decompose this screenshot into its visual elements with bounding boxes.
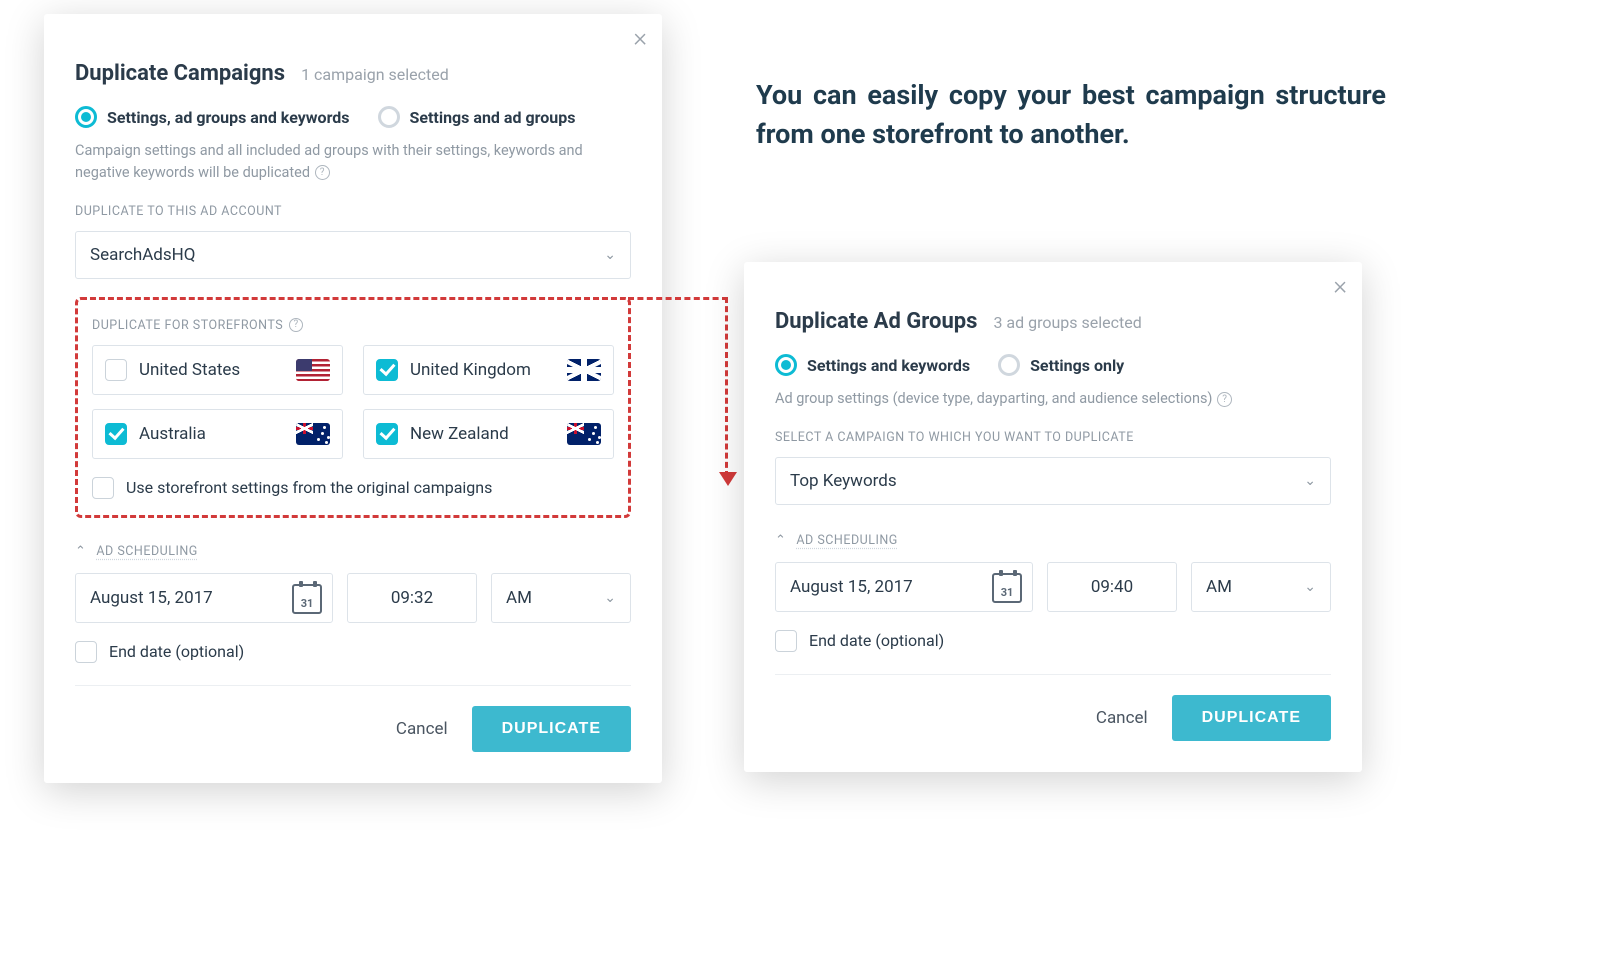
- storefront-option-uk[interactable]: United Kingdom: [363, 345, 614, 395]
- storefront-label: United States: [139, 360, 240, 380]
- close-icon[interactable]: ×: [633, 25, 647, 51]
- help-icon[interactable]: ?: [1217, 392, 1232, 407]
- flag-au-icon: [296, 423, 330, 445]
- duplicate-campaigns-dialog: × Duplicate Campaigns 1 campaign selecte…: [44, 14, 662, 783]
- account-select[interactable]: SearchAdsHQ ⌄: [75, 231, 631, 279]
- radio-settings-groups[interactable]: Settings and ad groups: [378, 106, 576, 128]
- chevron-down-icon: ⌄: [604, 574, 616, 622]
- ampm-value: AM: [1206, 577, 1232, 597]
- ampm-select[interactable]: AM ⌄: [491, 573, 631, 623]
- campaign-select[interactable]: Top Keywords ⌄: [775, 457, 1331, 505]
- checkbox-on-icon: [376, 423, 398, 445]
- chevron-down-icon: ⌄: [604, 232, 616, 278]
- radio-label: Settings, ad groups and keywords: [107, 108, 350, 127]
- dialog-subtitle: 3 ad groups selected: [993, 313, 1141, 332]
- chevron-up-icon: ⌃: [75, 544, 86, 559]
- radio-settings-groups-keywords[interactable]: Settings, ad groups and keywords: [75, 106, 350, 128]
- date-value: August 15, 2017: [90, 588, 213, 608]
- duplicate-button[interactable]: DUPLICATE: [472, 706, 631, 752]
- duplicate-button[interactable]: DUPLICATE: [1172, 695, 1331, 741]
- ampm-value: AM: [506, 588, 532, 608]
- ad-scheduling-toggle[interactable]: ⌃ AD SCHEDULING: [75, 544, 631, 559]
- checkbox-label: End date (optional): [809, 631, 944, 650]
- use-original-storefront-checkbox[interactable]: Use storefront settings from the origina…: [92, 477, 614, 499]
- chevron-down-icon: ⌄: [1304, 458, 1316, 504]
- checkbox-off-icon: [775, 630, 797, 652]
- account-section-label: DUPLICATE TO THIS AD ACCOUNT: [75, 204, 631, 219]
- ad-scheduling-toggle[interactable]: ⌃ AD SCHEDULING: [775, 533, 1331, 548]
- radio-settings-only[interactable]: Settings only: [998, 354, 1124, 376]
- storefront-option-au[interactable]: Australia: [92, 409, 343, 459]
- start-date-input[interactable]: August 15, 2017 31: [775, 562, 1033, 612]
- radio-label: Settings and ad groups: [410, 108, 576, 127]
- annotation-arrow: [628, 297, 728, 300]
- annotation-arrow: [725, 297, 728, 477]
- date-value: August 15, 2017: [790, 577, 913, 597]
- radio-settings-keywords[interactable]: Settings and keywords: [775, 354, 970, 376]
- flag-nz-icon: [567, 423, 601, 445]
- campaign-section-label: SELECT A CAMPAIGN TO WHICH YOU WANT TO D…: [775, 430, 1331, 445]
- start-date-input[interactable]: August 15, 2017 31: [75, 573, 333, 623]
- checkbox-on-icon: [376, 359, 398, 381]
- cancel-button[interactable]: Cancel: [396, 719, 448, 739]
- section-label: AD SCHEDULING: [796, 533, 897, 548]
- radio-off-icon: [998, 354, 1020, 376]
- checkbox-off-icon: [105, 359, 127, 381]
- account-value: SearchAdsHQ: [90, 245, 196, 265]
- cancel-button[interactable]: Cancel: [1096, 708, 1148, 728]
- close-icon[interactable]: ×: [1333, 273, 1347, 299]
- storefront-option-nz[interactable]: New Zealand: [363, 409, 614, 459]
- checkbox-on-icon: [105, 423, 127, 445]
- dialog-title: Duplicate Campaigns: [75, 61, 285, 86]
- start-time-input[interactable]: 09:40: [1047, 562, 1177, 612]
- flag-us-icon: [296, 359, 330, 381]
- dialog-title: Duplicate Ad Groups: [775, 309, 977, 334]
- calendar-icon: 31: [992, 573, 1022, 603]
- dialog-subtitle: 1 campaign selected: [301, 65, 449, 84]
- flag-uk-icon: [567, 359, 601, 381]
- end-date-checkbox[interactable]: End date (optional): [775, 630, 1331, 652]
- checkbox-off-icon: [75, 641, 97, 663]
- chevron-down-icon: ⌄: [1304, 563, 1316, 611]
- description-text: Ad group settings (device type, dayparti…: [775, 388, 1331, 410]
- calendar-icon: 31: [292, 584, 322, 614]
- storefront-label: United Kingdom: [410, 360, 531, 380]
- storefront-label: Australia: [139, 424, 206, 444]
- radio-label: Settings and keywords: [807, 356, 970, 375]
- section-label: AD SCHEDULING: [96, 544, 197, 559]
- campaign-value: Top Keywords: [790, 471, 897, 491]
- time-value: 09:40: [1091, 577, 1133, 597]
- divider: [75, 685, 631, 686]
- caption-text: You can easily copy your best campaign s…: [756, 76, 1386, 154]
- end-date-checkbox[interactable]: End date (optional): [75, 641, 631, 663]
- radio-off-icon: [378, 106, 400, 128]
- time-value: 09:32: [391, 588, 433, 608]
- description-text: Campaign settings and all included ad gr…: [75, 140, 631, 184]
- annotation-arrowhead-icon: [719, 472, 737, 486]
- checkbox-label: Use storefront settings from the origina…: [126, 478, 492, 497]
- radio-on-icon: [75, 106, 97, 128]
- help-icon[interactable]: ?: [289, 318, 303, 332]
- storefronts-highlight-box: DUPLICATE FOR STOREFRONTS ? United State…: [75, 297, 631, 518]
- chevron-up-icon: ⌃: [775, 533, 786, 548]
- storefronts-section-label: DUPLICATE FOR STOREFRONTS ?: [92, 318, 614, 333]
- storefront-label: New Zealand: [410, 424, 509, 444]
- ampm-select[interactable]: AM ⌄: [1191, 562, 1331, 612]
- storefront-option-us[interactable]: United States: [92, 345, 343, 395]
- duplicate-adgroups-dialog: × Duplicate Ad Groups 3 ad groups select…: [744, 262, 1362, 772]
- help-icon[interactable]: ?: [315, 165, 330, 180]
- checkbox-label: End date (optional): [109, 642, 244, 661]
- divider: [775, 674, 1331, 675]
- checkbox-off-icon: [92, 477, 114, 499]
- radio-label: Settings only: [1030, 356, 1124, 375]
- start-time-input[interactable]: 09:32: [347, 573, 477, 623]
- radio-on-icon: [775, 354, 797, 376]
